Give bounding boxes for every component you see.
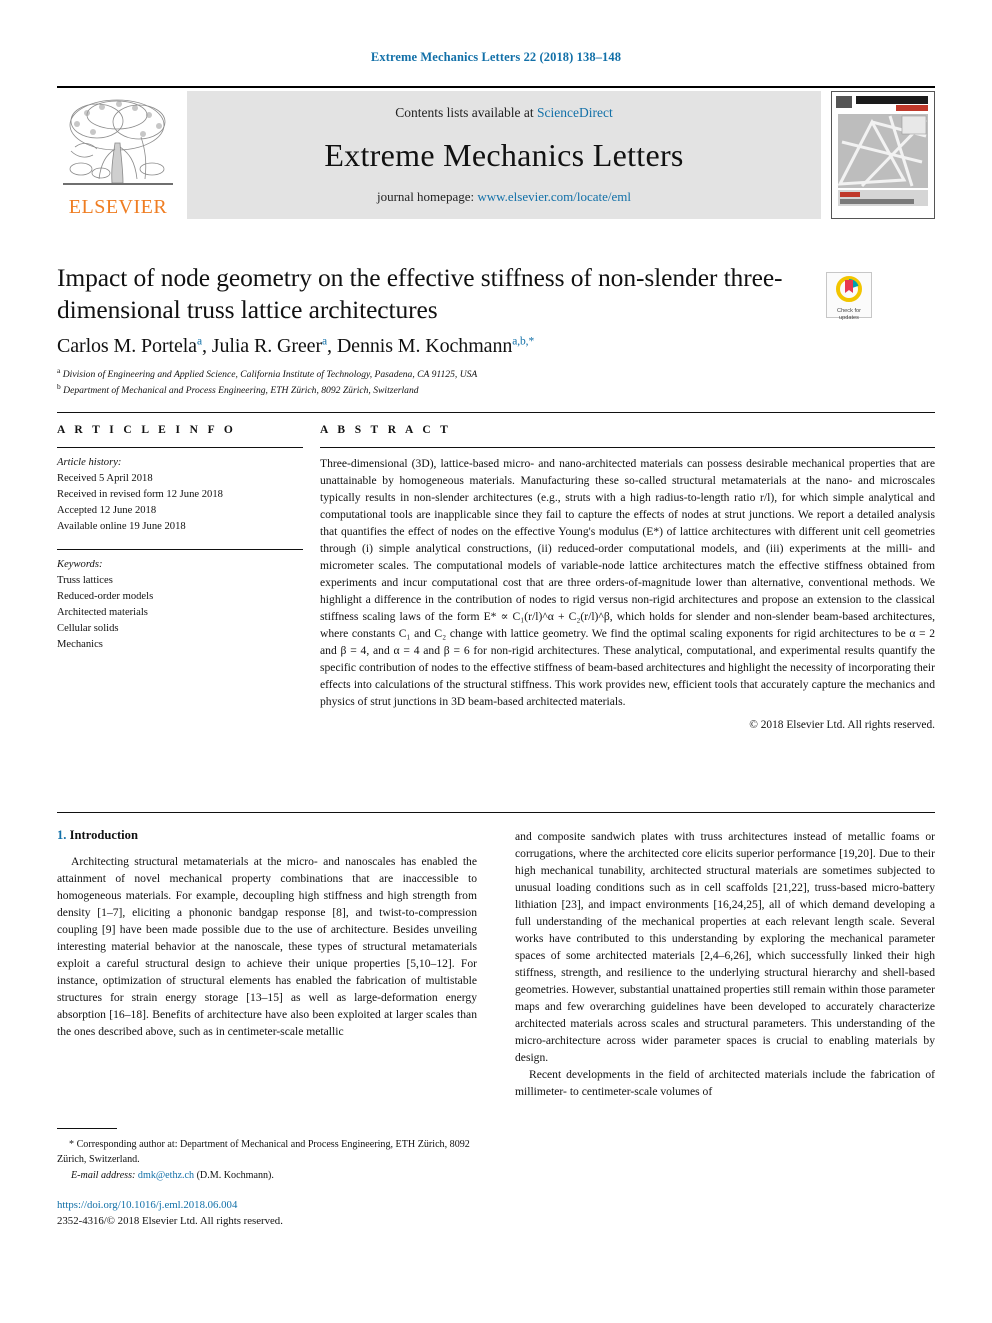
article-info-rule [57, 447, 303, 448]
title-block: Impact of node geometry on the effective… [57, 262, 817, 398]
homepage-line: journal homepage: www.elsevier.com/locat… [377, 189, 631, 205]
issn-copyright-line: 2352-4316/© 2018 Elsevier Ltd. All right… [57, 1214, 283, 1227]
article-history-group: Article history: Received 5 April 2018 R… [57, 455, 303, 534]
elsevier-tree-icon [63, 99, 173, 185]
affiliation-mark-a: a [57, 365, 61, 375]
affiliation-b: b Department of Mechanical and Process E… [57, 382, 817, 398]
history-item-1: Received in revised form 12 June 2018 [57, 488, 223, 500]
footnote-corresponding-text: Corresponding author at: Department of M… [57, 1139, 470, 1165]
journal-cover-thumbnail [831, 91, 935, 219]
author-mark-2: a,b,* [512, 335, 535, 348]
footnote-text: * Corresponding author at: Department of… [57, 1138, 477, 1184]
crossmark-label: Check for updates [827, 308, 871, 322]
rule-above-body [57, 812, 935, 813]
info-abstract-section: A R T I C L E I N F O Article history: R… [57, 424, 935, 731]
abstract-column: A B S T R A C T Three-dimensional (3D), … [320, 424, 935, 731]
rule-above-abstract [57, 412, 935, 413]
keywords-rule [57, 549, 303, 551]
affiliation-mark-b: b [57, 381, 61, 391]
intro-paragraph-right-1: and composite sandwich plates with truss… [515, 830, 935, 1065]
keyword-3: Cellular solids [57, 623, 119, 635]
keyword-4: Mechanics [57, 638, 103, 650]
contents-line: Contents lists available at ScienceDirec… [395, 105, 612, 121]
footnote-email-line: E-mail address: dmk@ethz.ch (D.M. Kochma… [57, 1169, 477, 1184]
abstract-text: Three-dimensional (3D), lattice-based mi… [320, 457, 935, 709]
journal-band: Contents lists available at ScienceDirec… [187, 91, 821, 219]
article-title: Impact of node geometry on the effective… [57, 263, 783, 324]
contents-prefix: Contents lists available at [395, 105, 537, 120]
affiliations: a Division of Engineering and Applied Sc… [57, 366, 817, 398]
history-item-3: Available online 19 June 2018 [57, 520, 186, 532]
journal-masthead: ELSEVIER Contents lists available at Sci… [57, 86, 935, 219]
keywords-label: Keywords: [57, 559, 103, 571]
author-name-0: Carlos M. Portela [57, 334, 197, 357]
crossmark-badge[interactable]: Check for updates [826, 272, 872, 321]
footnote-email-label: E-mail address: [71, 1170, 136, 1182]
abstract-heading: A B S T R A C T [320, 424, 452, 436]
footnote-marker: * [69, 1139, 75, 1150]
elsevier-wordmark: ELSEVIER [68, 196, 168, 218]
body-columns: 1. Introduction Architecting structural … [57, 828, 935, 1248]
section-heading-introduction: 1. Introduction [57, 828, 477, 843]
doi-link[interactable]: https://doi.org/10.1016/j.eml.2018.06.00… [57, 1198, 477, 1214]
keyword-0: Truss lattices [57, 575, 113, 587]
crossmark-line1: Check for [837, 308, 861, 314]
running-head: Extreme Mechanics Letters 22 (2018) 138–… [370, 50, 622, 64]
footnote-email-owner: (D.M. Kochmann). [196, 1170, 274, 1182]
footer-block: https://doi.org/10.1016/j.eml.2018.06.00… [57, 1198, 477, 1229]
homepage-prefix: journal homepage: [376, 189, 478, 204]
keyword-2: Architected materials [57, 607, 148, 619]
history-item-0: Received 5 April 2018 [57, 472, 153, 484]
elsevier-logo: ELSEVIER [57, 91, 179, 219]
corresponding-author-footnote: * Corresponding author at: Department of… [57, 1128, 477, 1184]
sciencedirect-link[interactable]: ScienceDirect [537, 105, 613, 120]
footnote-corresponding-line: * Corresponding author at: Department of… [57, 1138, 477, 1167]
paper-page: Extreme Mechanics Letters 22 (2018) 138–… [0, 0, 992, 1323]
intro-paragraph-right-2: Recent developments in the field of arch… [515, 1068, 935, 1099]
history-item-2: Accepted 12 June 2018 [57, 504, 157, 516]
homepage-url-link[interactable]: www.elsevier.com/locate/eml [477, 189, 631, 204]
affiliation-a: a Division of Engineering and Applied Sc… [57, 366, 817, 382]
abstract-copyright: © 2018 Elsevier Ltd. All rights reserved… [749, 719, 935, 732]
article-history-label: Article history: [57, 457, 122, 468]
abstract-rule [320, 447, 935, 448]
journal-name: Extreme Mechanics Letters [324, 136, 684, 173]
footnote-rule [57, 1128, 117, 1129]
cover-art-icon [832, 92, 934, 216]
section-number: 1. [57, 828, 67, 842]
body-column-left: 1. Introduction Architecting structural … [57, 828, 477, 1248]
intro-paragraph-left: Architecting structural metamaterials at… [57, 855, 477, 1039]
article-info-heading: A R T I C L E I N F O [57, 424, 237, 436]
author-sep-1: , [327, 334, 337, 357]
section-name: Introduction [69, 828, 138, 842]
author-name-1: Julia R. Greer [211, 334, 323, 357]
affiliation-text-a: Division of Engineering and Applied Scie… [62, 368, 478, 380]
crossmark-line2: updates [839, 314, 859, 321]
crossmark-icon [836, 276, 862, 302]
keyword-1: Reduced-order models [57, 591, 154, 603]
keywords-group: Keywords: Truss lattices Reduced-order m… [57, 557, 303, 652]
footnote-email-link[interactable]: dmk@ethz.ch [138, 1170, 194, 1181]
author-name-2: Dennis M. Kochmann [336, 334, 513, 357]
article-info-column: A R T I C L E I N F O Article history: R… [57, 424, 303, 731]
body-column-right: and composite sandwich plates with truss… [515, 828, 935, 1248]
affiliation-text-b: Department of Mechanical and Process Eng… [63, 385, 419, 397]
author-sep-0: , [201, 334, 212, 357]
author-list: Carlos M. Portelaa, Julia R. Greera, Den… [57, 335, 817, 358]
